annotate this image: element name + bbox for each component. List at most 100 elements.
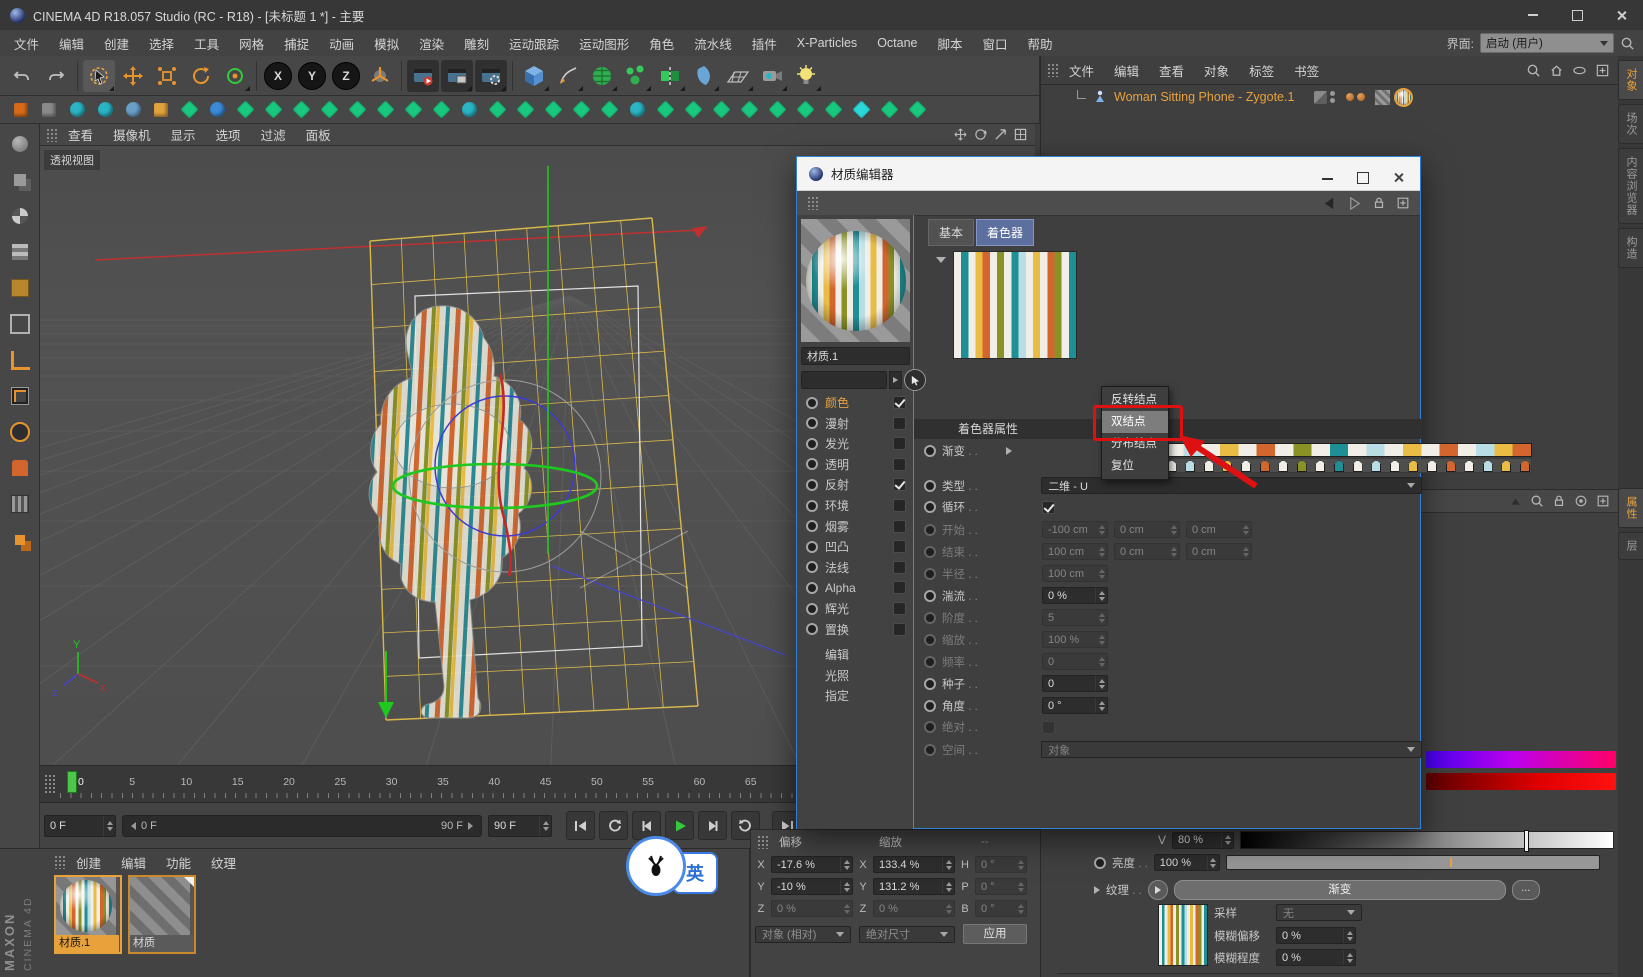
gradient-knot-11[interactable] bbox=[1352, 460, 1363, 472]
om-eye-icon[interactable] bbox=[1572, 63, 1587, 78]
texture-arrow-button[interactable] bbox=[1147, 880, 1168, 900]
channel-烟雾[interactable]: 烟雾 bbox=[797, 517, 914, 536]
xp-data-icon[interactable] bbox=[906, 99, 928, 121]
nav-back-icon[interactable] bbox=[1322, 196, 1337, 211]
material-manager-menu-0[interactable]: 创建 bbox=[66, 853, 111, 872]
frequency-field[interactable]: 0 bbox=[1042, 653, 1108, 670]
xp-wind-icon[interactable] bbox=[486, 99, 508, 121]
gradient-knot-14[interactable] bbox=[1408, 460, 1419, 472]
coordinate-system-button[interactable] bbox=[364, 60, 396, 92]
render-picture-viewer-button[interactable] bbox=[441, 59, 473, 92]
gradient-knots[interactable] bbox=[1146, 458, 1532, 473]
gradient-knot-3[interactable] bbox=[1203, 460, 1214, 472]
material-preview-ball[interactable] bbox=[805, 230, 906, 331]
channel-extra-指定[interactable]: 指定 bbox=[825, 687, 849, 704]
sample-dropdown[interactable]: 无 bbox=[1276, 904, 1362, 921]
channel-Alpha[interactable]: Alpha bbox=[797, 578, 914, 597]
deformer-button[interactable] bbox=[688, 60, 720, 92]
viewport-view-label[interactable]: 透视视图 bbox=[44, 150, 100, 170]
camera-shader-icon[interactable] bbox=[94, 99, 116, 121]
attr-nav-icon[interactable] bbox=[1509, 495, 1522, 508]
gradient-knot-7[interactable] bbox=[1278, 460, 1289, 472]
material-manager-menu-2[interactable]: 功能 bbox=[156, 853, 201, 872]
space-dropdown[interactable]: 对象 bbox=[1041, 741, 1422, 758]
channel-置换[interactable]: 置换 bbox=[797, 620, 914, 639]
coords-P-rotation-field[interactable]: 0 ° bbox=[975, 878, 1027, 895]
xp-follow-icon[interactable] bbox=[570, 99, 592, 121]
brightness-slider[interactable] bbox=[1225, 855, 1600, 870]
viewport-menu-3[interactable]: 选项 bbox=[206, 125, 251, 144]
menu-item-1[interactable]: 编辑 bbox=[49, 34, 94, 53]
hue-gradient-bar[interactable] bbox=[1426, 751, 1616, 768]
render-settings-button[interactable] bbox=[475, 59, 507, 92]
object-row[interactable]: Woman Sitting Phone - Zygote.1 bbox=[1041, 85, 1618, 109]
gradient-knot-4[interactable] bbox=[1222, 460, 1233, 472]
channel-发光[interactable]: 发光 bbox=[797, 434, 914, 453]
swatch-collapse-arrow[interactable] bbox=[936, 257, 946, 263]
dock-tab-对象[interactable]: 对象 bbox=[1618, 60, 1643, 100]
channel-漫射[interactable]: 漫射 bbox=[797, 414, 914, 433]
octaves-field[interactable]: 5 bbox=[1042, 609, 1108, 626]
xp-group-icon[interactable] bbox=[290, 99, 312, 121]
model-mode-icon[interactable] bbox=[4, 272, 36, 304]
symmetry-generator-button[interactable] bbox=[654, 60, 686, 92]
attr-add-icon[interactable] bbox=[1596, 494, 1610, 508]
dock-tab-构造[interactable]: 构造 bbox=[1618, 228, 1643, 268]
dialog-close-button[interactable] bbox=[1393, 172, 1404, 183]
channel-extra-光照[interactable]: 光照 bbox=[825, 667, 849, 684]
object-manager-menu-2[interactable]: 查看 bbox=[1149, 61, 1194, 80]
close-button[interactable] bbox=[1599, 1, 1643, 29]
absolute-checkbox[interactable] bbox=[1042, 720, 1055, 734]
xp-speed-icon[interactable] bbox=[822, 99, 844, 121]
dialog-add-icon[interactable] bbox=[1396, 196, 1410, 210]
material-tag-icon[interactable] bbox=[1394, 87, 1414, 107]
array-generator-button[interactable] bbox=[620, 60, 652, 92]
xp-spin-icon[interactable] bbox=[598, 99, 620, 121]
xp-collider-icon[interactable] bbox=[682, 99, 704, 121]
xp-sprites-icon[interactable] bbox=[374, 99, 396, 121]
texture-ball-icon[interactable] bbox=[4, 200, 36, 232]
globe-tool-icon[interactable] bbox=[4, 128, 36, 160]
blur-offset-field[interactable]: 0 % bbox=[1276, 927, 1356, 944]
viewport-menu-2[interactable]: 显示 bbox=[161, 125, 206, 144]
menu-item-11[interactable]: 运动跟踪 bbox=[499, 34, 569, 53]
axis-mode-icon[interactable] bbox=[4, 344, 36, 376]
current-frame-field[interactable]: 0 F bbox=[44, 814, 116, 837]
start-x-field[interactable]: -100 cm bbox=[1042, 521, 1108, 538]
menu-item-12[interactable]: 运动图形 bbox=[569, 34, 639, 53]
gradient-knot-16[interactable] bbox=[1445, 460, 1456, 472]
dialog-minimize-button[interactable] bbox=[1322, 177, 1333, 180]
timeline-marker[interactable] bbox=[67, 771, 77, 793]
menu-item-18[interactable]: 脚本 bbox=[928, 34, 973, 53]
attr-lock-icon[interactable] bbox=[1552, 494, 1566, 508]
seed-field[interactable]: 0 bbox=[1042, 675, 1108, 692]
xp-turbulence-icon[interactable] bbox=[514, 99, 536, 121]
material-manager-menu-3[interactable]: 纹理 bbox=[201, 853, 246, 872]
enable-dot-1[interactable] bbox=[1346, 93, 1355, 101]
editor-visibility-dot[interactable] bbox=[1330, 91, 1336, 96]
brightness-field[interactable]: 100 % bbox=[1153, 854, 1220, 871]
om-search-icon[interactable] bbox=[1526, 63, 1541, 78]
xp-sound-icon[interactable] bbox=[402, 99, 424, 121]
target-arrow-icon[interactable] bbox=[206, 99, 228, 121]
xp-deformer-icon[interactable] bbox=[710, 99, 732, 121]
coords-Z-offset-field[interactable]: 0 % bbox=[771, 900, 853, 917]
xp-trail-icon[interactable] bbox=[458, 99, 480, 121]
menu-item-3[interactable]: 选择 bbox=[139, 34, 184, 53]
coords-X-scale-field[interactable]: 133.4 % bbox=[873, 856, 955, 873]
channel-透明[interactable]: 透明 bbox=[797, 455, 914, 474]
xp-kill-icon[interactable] bbox=[654, 99, 676, 121]
v-value-field[interactable]: 80 % bbox=[1172, 831, 1235, 849]
xp-light-icon[interactable] bbox=[430, 99, 452, 121]
channel-环境[interactable]: 环境 bbox=[797, 496, 914, 515]
texture-preview-thumb[interactable] bbox=[1158, 904, 1208, 966]
interface-search-icon[interactable] bbox=[1620, 36, 1635, 51]
gradient-knot-17[interactable] bbox=[1464, 460, 1475, 472]
viewport-orbit-icon[interactable] bbox=[974, 128, 987, 141]
material-name-field[interactable]: 材质.1 bbox=[801, 347, 910, 365]
render-visibility-dot[interactable] bbox=[1330, 98, 1336, 103]
attr-target-icon[interactable] bbox=[1574, 494, 1588, 508]
texture-more-button[interactable]: ... bbox=[1511, 880, 1540, 900]
channel-颜色[interactable]: 颜色 bbox=[797, 393, 914, 412]
play-backward-button[interactable] bbox=[599, 811, 628, 840]
